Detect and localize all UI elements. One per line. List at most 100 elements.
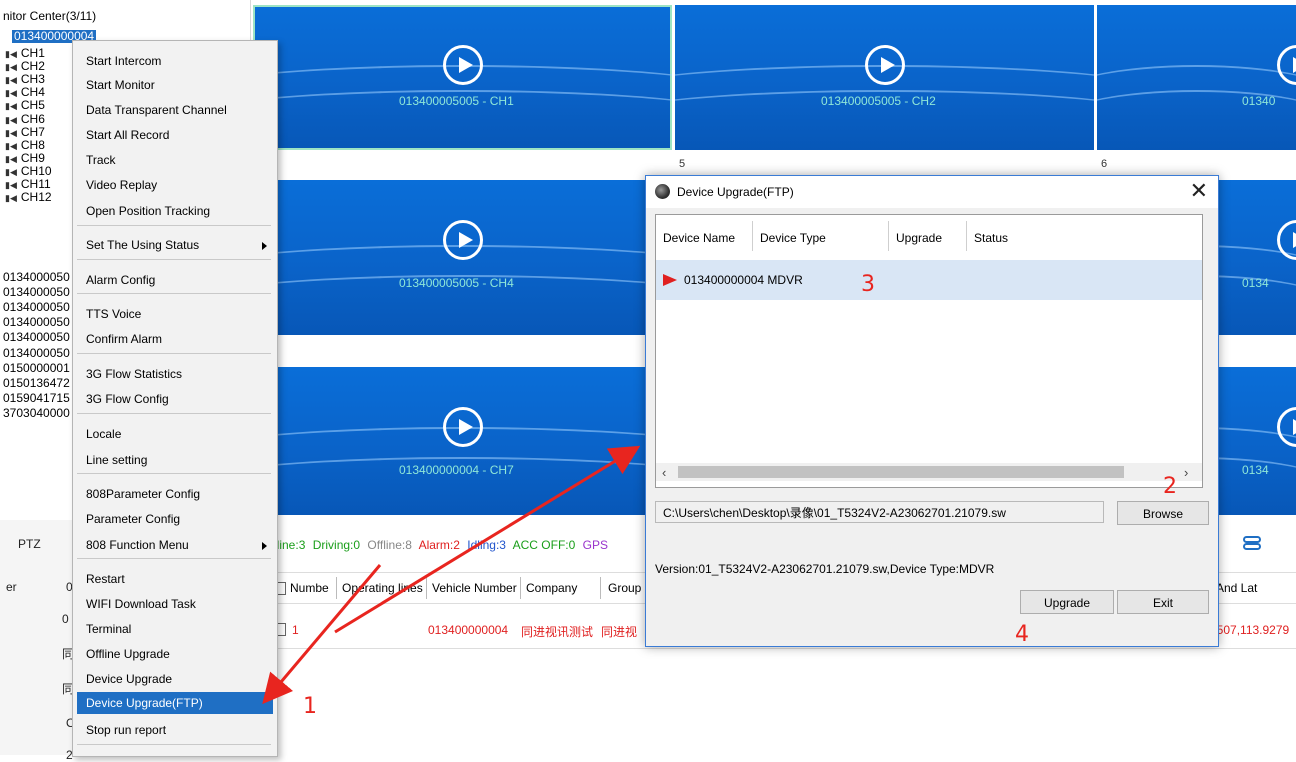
status-acc-off[interactable]: ACC OFF:0 (513, 538, 576, 552)
tree-channel-label: CH8 (20, 137, 45, 152)
col-company[interactable]: Company (526, 581, 577, 595)
menu-item-open-position-tracking[interactable]: Open Position Tracking (73, 200, 277, 222)
tree-device[interactable]: 0134000050 (3, 331, 70, 344)
tree-device[interactable]: 0134000050 (3, 316, 70, 329)
col-lng-lat[interactable]: And Lat (1216, 581, 1257, 595)
context-menu: Start Intercom Start Monitor Data Transpar… (72, 40, 278, 757)
col-operating-lines[interactable]: Operating lines (342, 581, 423, 595)
video-cell-ch7[interactable]: 013400000004 - CH7 (253, 367, 672, 515)
tree-root[interactable]: nitor Center(3/11) (3, 10, 96, 23)
camera-icon: ▮◀ (5, 140, 17, 151)
scroll-right-icon[interactable]: › (1184, 465, 1188, 480)
tree-channel-label: CH1 (20, 46, 45, 60)
annotation-number: 3 (861, 272, 875, 297)
close-icon[interactable]: ✕ (1190, 180, 1208, 202)
list-header: Device Name Device Type Upgrade Status (656, 215, 1202, 261)
menu-item-alarm-config[interactable]: Alarm Config (73, 269, 277, 291)
menu-item-line-setting[interactable]: Line setting (73, 449, 277, 471)
browse-button[interactable]: Browse (1117, 501, 1209, 525)
tree-device[interactable]: 0134000050 (3, 346, 70, 360)
tree-device[interactable]: 3703040000 (3, 406, 70, 420)
col-device-type[interactable]: Device Type (760, 231, 826, 245)
menu-item-confirm-alarm[interactable]: Confirm Alarm (73, 328, 277, 350)
scrollbar-thumb[interactable] (678, 466, 1124, 478)
menu-item-restart[interactable]: Restart (73, 568, 277, 590)
col-device-name[interactable]: Device Name (663, 231, 735, 245)
menu-item-label: Line setting (86, 453, 148, 467)
menu-item-tts-voice[interactable]: TTS Voice (73, 303, 277, 325)
menu-item-808parameter-config[interactable]: 808Parameter Config (73, 483, 277, 505)
video-cell-ch3[interactable]: 01340 (1097, 5, 1296, 150)
menu-item-3g-flow-statistics[interactable]: 3G Flow Statistics (73, 363, 277, 385)
tree-channel[interactable]: ▮◀ CH12 (5, 191, 52, 205)
menu-item-stop-run-report[interactable]: Stop run report (73, 719, 277, 741)
list-item[interactable]: 013400000004 MDVR (656, 260, 1202, 300)
tree-device[interactable]: 0134000050 (3, 271, 70, 284)
menu-separator (77, 744, 271, 745)
ptz-tab[interactable]: PTZ (18, 537, 41, 551)
status-gps[interactable]: GPS (583, 538, 608, 552)
video-caption: 013400000004 - CH7 (399, 463, 514, 477)
video-cell-ch1[interactable]: 013400005005 - CH1 (253, 5, 672, 150)
menu-item-label: 808 Function Menu (86, 538, 189, 552)
play-icon[interactable] (443, 45, 483, 85)
video-cell-ch4[interactable]: 013400005005 - CH4 (253, 180, 672, 335)
tree-device[interactable]: 0134000050 (3, 301, 70, 314)
menu-item-video-replay[interactable]: Video Replay (73, 174, 277, 196)
video-cell-ch2[interactable]: 013400005005 - CH2 (675, 5, 1094, 150)
tree-device[interactable]: 0159041715 (3, 391, 70, 405)
status-offline[interactable]: Offline:8 (367, 538, 411, 552)
annotation-number: 2 (1163, 474, 1177, 499)
menu-item-start-intercom[interactable]: Start Intercom (73, 50, 277, 72)
status-alarm[interactable]: Alarm:2 (419, 538, 460, 552)
menu-item-parameter-config[interactable]: Parameter Config (73, 508, 277, 530)
tree-device[interactable]: 0150000001 (3, 361, 70, 375)
col-vehicle-number[interactable]: Vehicle Number (432, 581, 517, 595)
menu-item-label: Start Intercom (86, 54, 162, 68)
app-icon (655, 184, 670, 199)
scroll-left-icon[interactable]: ‹ (662, 465, 666, 480)
file-path-field[interactable]: C:\Users\chen\Desktop\录像\01_T5324V2-A230… (655, 501, 1104, 523)
menu-item-offline-upgrade[interactable]: Offline Upgrade (73, 643, 277, 665)
link-icon[interactable] (1243, 536, 1261, 550)
video-caption: 01340 (1242, 94, 1276, 108)
col-upgrade[interactable]: Upgrade (896, 231, 942, 245)
upgrade-button[interactable]: Upgrade (1020, 590, 1114, 614)
camera-icon: ▮◀ (5, 166, 17, 177)
tree-device[interactable]: 0150136472 (3, 376, 70, 390)
camera-icon: ▮◀ (5, 114, 17, 125)
col-group[interactable]: Group (608, 581, 641, 595)
play-icon[interactable] (443, 220, 483, 260)
menu-item-track[interactable]: Track (73, 149, 277, 171)
menu-item-label: Terminal (86, 622, 132, 636)
submenu-arrow-icon (262, 542, 267, 550)
col-number[interactable]: Numbe (290, 581, 329, 595)
horizontal-scrollbar[interactable]: ‹ › (656, 463, 1202, 481)
menu-item-wifi-download-task[interactable]: WIFI Download Task (73, 593, 277, 615)
menu-item-device-upgrade[interactable]: Device Upgrade (73, 668, 277, 690)
menu-item-808-function-menu[interactable]: 808 Function Menu (73, 534, 277, 556)
menu-item-device-upgrade-ftp[interactable]: Device Upgrade(FTP) (77, 692, 273, 714)
play-icon[interactable] (443, 407, 483, 447)
menu-item-set-the-using-status[interactable]: Set The Using Status (73, 234, 277, 256)
menu-item-3g-flow-config[interactable]: 3G Flow Config (73, 388, 277, 410)
menu-item-locale[interactable]: Locale (73, 423, 277, 445)
menu-item-start-monitor[interactable]: Start Monitor (73, 74, 277, 96)
camera-icon: ▮◀ (5, 49, 17, 59)
status-idling[interactable]: Idling:3 (467, 538, 506, 552)
menu-item-data-transparent-channel[interactable]: Data Transparent Channel (73, 99, 277, 121)
tree-channel-label: CH12 (20, 190, 52, 205)
menu-item-label: Open Position Tracking (86, 204, 211, 218)
dialog-title-bar[interactable]: Device Upgrade(FTP) ✕ (646, 176, 1218, 208)
col-status[interactable]: Status (974, 231, 1008, 245)
play-icon[interactable] (865, 45, 905, 85)
device-list: Device Name Device Type Upgrade Status 0… (655, 214, 1203, 488)
exit-button[interactable]: Exit (1117, 590, 1209, 614)
menu-item-start-all-record[interactable]: Start All Record (73, 124, 277, 146)
status-driving[interactable]: Driving:0 (313, 538, 360, 552)
menu-separator (77, 225, 271, 226)
menu-item-terminal[interactable]: Terminal (73, 618, 277, 640)
menu-separator (77, 293, 271, 294)
tree-device[interactable]: 0134000050 (3, 286, 70, 299)
camera-icon: ▮◀ (5, 75, 17, 86)
